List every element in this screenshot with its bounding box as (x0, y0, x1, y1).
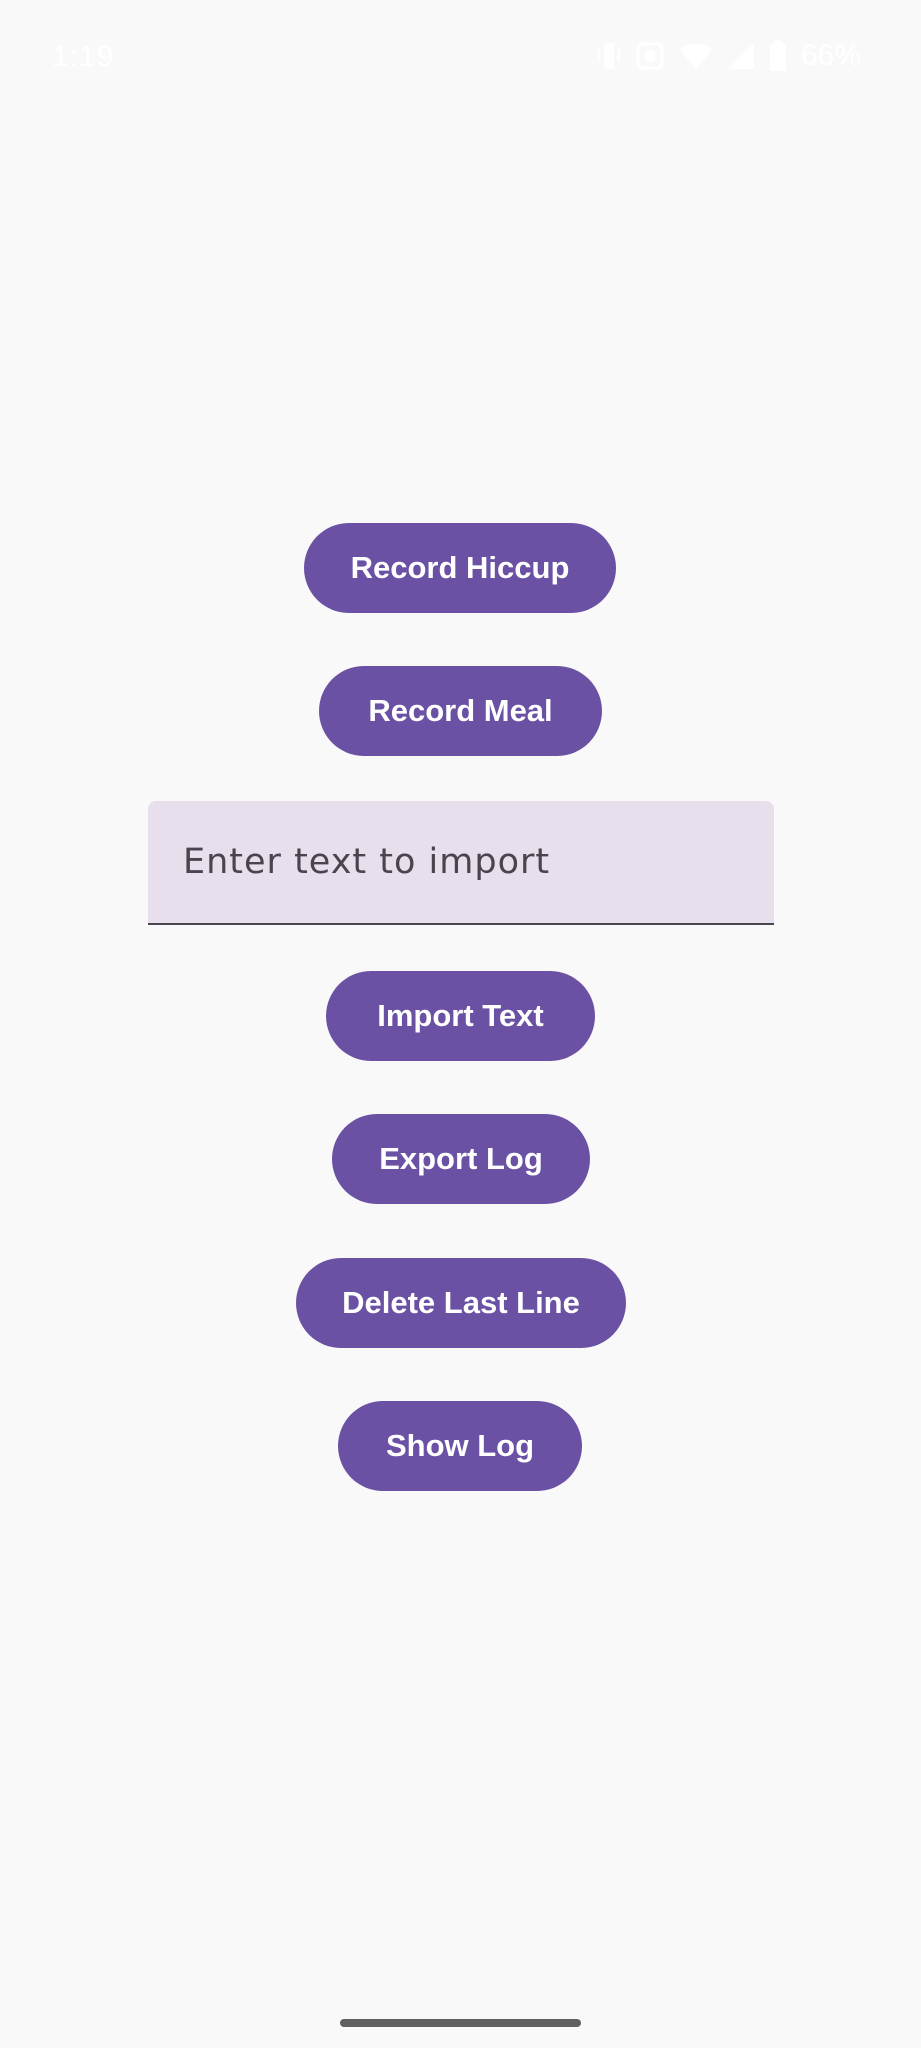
import-text-field[interactable] (148, 801, 774, 925)
record-hiccup-button[interactable]: Record Hiccup (304, 523, 616, 613)
status-icons: 66% (596, 38, 861, 74)
signal-icon (727, 42, 755, 70)
import-text-input[interactable] (183, 801, 743, 923)
status-bar: 1:19 66% (0, 0, 921, 112)
app-screen: 1:19 66% Record Hiccup Record Meal Enter… (0, 0, 921, 2048)
record-meal-button[interactable]: Record Meal (319, 666, 602, 756)
screenshot-icon (635, 41, 665, 71)
delete-last-line-button[interactable]: Delete Last Line (296, 1258, 626, 1348)
gesture-nav-handle[interactable] (340, 2019, 581, 2027)
wifi-icon (679, 42, 713, 70)
status-time: 1:19 (52, 40, 115, 73)
battery-percent: 66% (800, 39, 861, 72)
battery-icon (769, 41, 787, 71)
export-log-button[interactable]: Export Log (332, 1114, 590, 1204)
import-text-button[interactable]: Import Text (326, 971, 595, 1061)
vibrate-icon (596, 39, 621, 73)
show-log-button[interactable]: Show Log (338, 1401, 582, 1491)
